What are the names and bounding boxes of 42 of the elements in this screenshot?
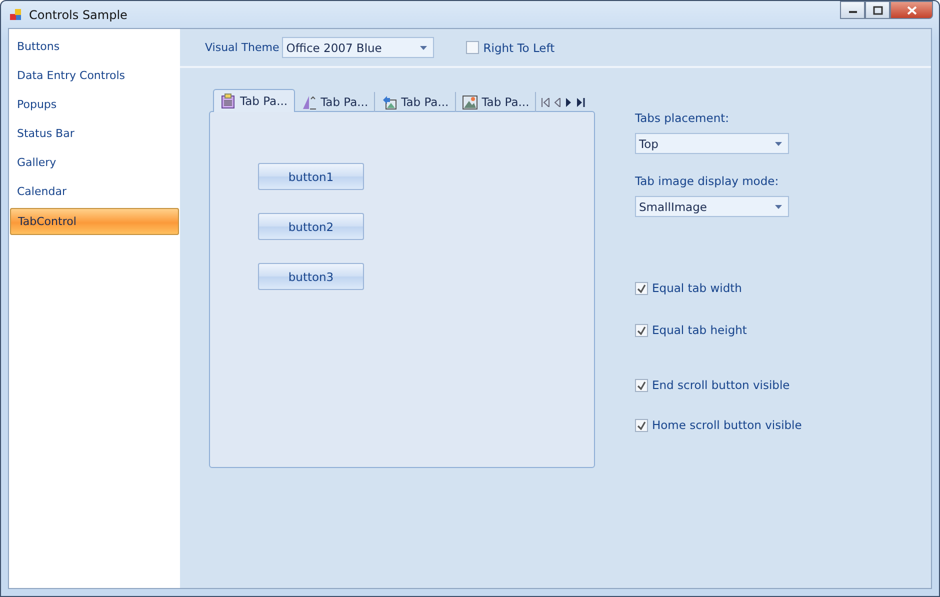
option-checkbox[interactable]: End scroll button visible — [635, 378, 790, 392]
panel-button[interactable]: button1 — [258, 163, 364, 190]
close-icon — [906, 6, 916, 14]
sidebar-item[interactable]: Data Entry Controls — [10, 61, 179, 90]
check-icon — [637, 380, 646, 390]
sidebar-item[interactable]: Status Bar — [10, 119, 179, 148]
close-button[interactable] — [890, 1, 933, 19]
window-title: Controls Sample — [29, 8, 128, 22]
right-to-left-checkbox[interactable]: Right To Left — [466, 40, 555, 54]
theme-label: Visual Theme — [205, 41, 280, 54]
sidebar-item[interactable]: Calendar — [10, 177, 179, 206]
next-tab-icon[interactable] — [565, 98, 572, 106]
dropdown-arrow-icon — [775, 142, 782, 146]
last-tab-icon[interactable] — [576, 98, 586, 106]
placement-label: Tabs placement: — [635, 111, 730, 125]
placement-dropdown[interactable]: Top — [635, 133, 789, 154]
image-mode-label: Tab image display mode: — [635, 174, 779, 188]
check-icon — [637, 420, 646, 430]
sidebar-item[interactable]: Buttons — [10, 32, 179, 61]
maximize-button[interactable] — [865, 1, 890, 19]
option-checkbox[interactable]: Home scroll button visible — [635, 418, 802, 432]
sidebar-item[interactable]: Popups — [10, 90, 179, 119]
first-tab-icon[interactable] — [541, 98, 550, 106]
ruler-icon — [300, 94, 317, 110]
option-checkbox[interactable]: Equal tab width — [635, 281, 742, 295]
check-icon — [637, 326, 646, 334]
theme-dropdown[interactable]: Office 2007 Blue — [282, 37, 434, 58]
check-icon — [637, 284, 646, 292]
panel-button[interactable]: button2 — [258, 213, 364, 240]
app-icon — [9, 8, 23, 22]
maximize-icon — [872, 6, 882, 14]
minimize-button[interactable] — [840, 1, 865, 19]
previous-tab-icon[interactable] — [554, 98, 562, 106]
tab[interactable]: Tab Pa... — [213, 89, 295, 112]
image-mode-dropdown[interactable]: SmallImage — [635, 196, 789, 217]
sidebar-item[interactable]: Gallery — [10, 148, 179, 177]
dropdown-arrow-icon — [775, 204, 782, 208]
option-checkbox[interactable]: Equal tab height — [635, 323, 747, 337]
sidebar-item[interactable]: TabControl — [10, 208, 179, 235]
dropdown-arrow-icon — [420, 46, 428, 50]
panel-button[interactable]: button3 — [258, 263, 364, 290]
clipboard-icon — [220, 93, 236, 109]
